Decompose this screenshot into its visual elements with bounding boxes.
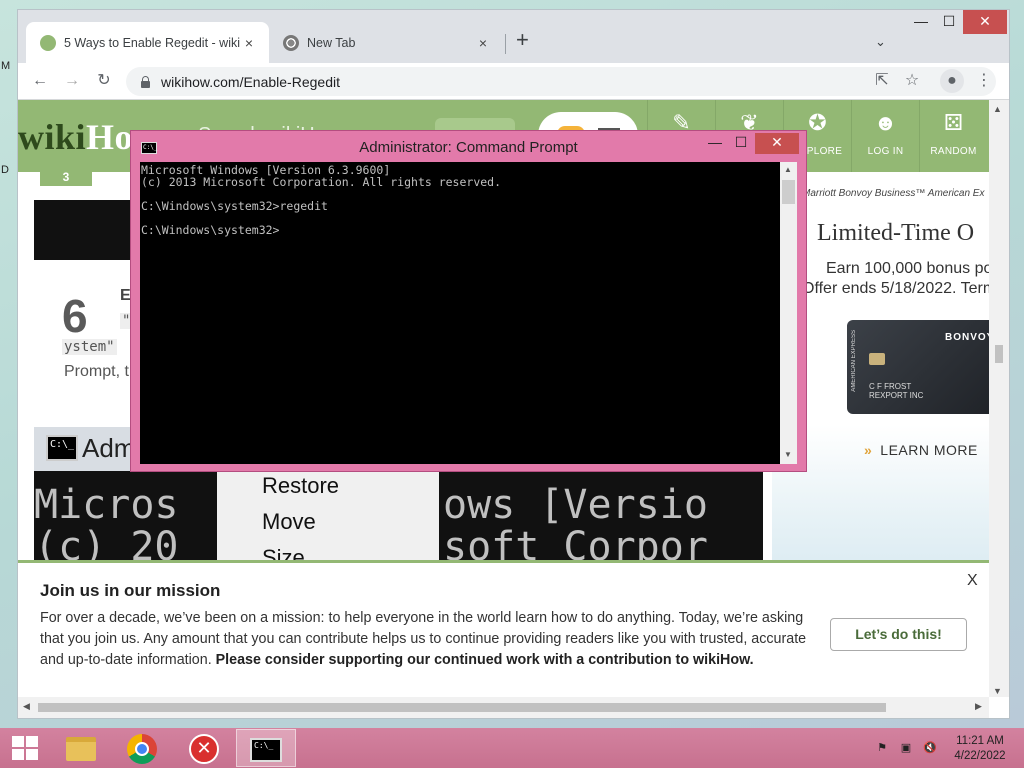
scroll-up-arrow[interactable]: ▲ <box>993 104 1002 114</box>
command-prompt-icon: C:\_ <box>46 435 78 461</box>
scroll-down-arrow[interactable]: ▼ <box>784 450 792 459</box>
cmd-close-button[interactable]: ✕ <box>755 133 799 154</box>
banner-close-button[interactable]: X <box>967 572 978 590</box>
ad-text: Earn 100,000 bonus po <box>826 260 989 277</box>
cmd-scrollbar[interactable]: ▲ ▼ <box>780 162 797 464</box>
code-snippet: ystem" <box>62 339 117 355</box>
screenshot-console-text: Micros <box>34 482 179 528</box>
action-center-flag-icon[interactable]: ⚑ <box>875 741 889 755</box>
system-clock[interactable]: 11:21 AM 4/22/2022 <box>948 734 1012 764</box>
tab-title: New Tab <box>307 35 356 50</box>
reload-button[interactable]: ↻ <box>92 69 116 93</box>
card-issuer: AMERICAN EXPRESS <box>851 330 857 392</box>
bookmark-star-icon[interactable]: ☆ <box>900 69 924 93</box>
taskbar-stop-app[interactable]: ✕ <box>174 729 234 767</box>
back-button[interactable]: ← <box>28 69 52 93</box>
volume-muted-icon[interactable]: 🔇 <box>923 741 937 755</box>
menu-item-move: Move <box>262 509 316 534</box>
user-icon: ☻ <box>873 110 898 135</box>
cmd-titlebar[interactable]: C:\_ Administrator: Command Prompt — ☐ ✕ <box>131 131 806 162</box>
ad-headline: Limited-Time O <box>817 220 975 246</box>
maximize-button[interactable]: ☐ <box>934 10 964 34</box>
desktop-icon-fragment: M <box>1 60 11 72</box>
learn-more-link[interactable]: » LEARN MORE <box>864 442 978 458</box>
step-number: 6 <box>62 290 88 342</box>
profile-avatar-icon[interactable]: ● <box>940 69 964 93</box>
cmd-maximize-button[interactable]: ☐ <box>729 133 753 154</box>
tab-wikihow[interactable]: 5 Ways to Enable Regedit - wikiH × <box>26 22 269 63</box>
console-line: C:\Windows\system32>regedit <box>141 199 328 213</box>
chrome-favicon-icon <box>283 34 299 51</box>
share-icon[interactable]: ⇱ <box>870 69 894 93</box>
taskbar-command-prompt[interactable]: C:\_ <box>236 729 296 767</box>
tab-separator <box>505 34 506 54</box>
tab-new-tab[interactable]: New Tab × <box>269 22 503 63</box>
scroll-up-arrow[interactable]: ▲ <box>784 165 792 174</box>
credit-card-image: AMERICAN EXPRESS BONVOY C F FROST REXPOR… <box>847 320 989 414</box>
donation-banner: Join us in our mission For over a decade… <box>18 560 989 697</box>
menu-kebab-icon[interactable]: ⋮ <box>972 69 996 93</box>
chevron-right-icon: » <box>864 442 873 458</box>
page-horizontal-scrollbar[interactable]: ◀ ▶ <box>18 697 989 718</box>
close-tab-icon[interactable]: × <box>241 35 257 51</box>
banner-title: Join us in our mission <box>40 581 221 600</box>
dice-icon: ⚄ <box>943 110 964 135</box>
minimize-button[interactable]: — <box>906 10 936 34</box>
network-icon[interactable]: ▣ <box>899 741 913 755</box>
file-explorer-icon <box>66 737 96 761</box>
screenshot-console-text: ows [Versio <box>443 482 708 528</box>
close-window-button[interactable]: ✕ <box>963 10 1007 34</box>
donate-button[interactable]: Let’s do this! <box>830 618 967 651</box>
previous-step-number: 3 <box>40 171 92 186</box>
card-holder: C F FROST REXPORT INC <box>869 382 924 400</box>
command-prompt-window[interactable]: C:\_ Administrator: Command Prompt — ☐ ✕… <box>130 130 807 472</box>
stop-icon: ✕ <box>189 734 219 764</box>
console-prompt-line[interactable]: C:\Windows\system32> <box>141 224 780 236</box>
scrollbar-thumb[interactable] <box>995 345 1003 363</box>
step-text: Prompt, t <box>64 363 129 380</box>
scroll-down-arrow[interactable]: ▼ <box>993 686 1002 696</box>
console-line: (c) 2013 Microsoft Corporation. All righ… <box>141 175 502 189</box>
lock-icon <box>140 75 151 88</box>
command-prompt-icon: C:\_ <box>250 738 282 762</box>
ad-brand: Marriott Bonvoy Business™ American Ex <box>802 188 985 199</box>
cmd-minimize-button[interactable]: — <box>703 133 727 154</box>
page-vertical-scrollbar[interactable]: ▲ ▼ <box>989 100 1009 697</box>
chrome-icon <box>127 734 157 764</box>
clock-time: 11:21 AM <box>956 735 1004 747</box>
desktop-icon-fragment: D <box>1 164 9 176</box>
forward-button[interactable]: → <box>60 69 84 93</box>
tab-title: 5 Ways to Enable Regedit - wikiH <box>64 35 241 50</box>
url-text: wikihow.com/Enable-Regedit <box>161 73 340 90</box>
ad-text: Offer ends 5/18/2022. Term <box>802 280 989 297</box>
nav-log-in[interactable]: ☻ LOG IN <box>851 100 919 172</box>
start-button[interactable] <box>12 736 38 760</box>
browser-toolbar: ← → ↻ wikihow.com/Enable-Regedit ⇱ ☆ ● ⋮ <box>18 63 1009 100</box>
console-output[interactable]: Microsoft Windows [Version 6.3.9600] (c)… <box>140 162 780 464</box>
nav-random[interactable]: ⚄ RANDOM <box>919 100 987 172</box>
wikihow-favicon-icon <box>40 34 56 51</box>
card-brand: BONVOY <box>945 332 989 343</box>
tab-search-icon[interactable]: ⌄ <box>875 34 886 50</box>
scroll-left-arrow[interactable]: ◀ <box>23 701 30 712</box>
address-bar[interactable]: wikihow.com/Enable-Regedit <box>126 67 996 96</box>
card-chip <box>869 353 885 365</box>
scrollbar-thumb[interactable] <box>782 180 795 204</box>
banner-text: For over a decade, we’ve been on a missi… <box>40 610 807 668</box>
close-tab-icon[interactable]: × <box>475 35 491 51</box>
scrollbar-thumb[interactable] <box>38 703 886 712</box>
scroll-right-arrow[interactable]: ▶ <box>975 701 982 712</box>
screenshot-title: Adm <box>82 433 136 463</box>
clock-date: 4/22/2022 <box>954 750 1006 762</box>
taskbar-chrome[interactable] <box>112 729 172 767</box>
taskbar-file-explorer[interactable] <box>50 729 110 767</box>
menu-item-restore: Restore <box>262 473 340 498</box>
taskbar: ✕ C:\_ ⚑ ▣ 🔇 11:21 AM 4/22/2022 <box>0 728 1024 768</box>
new-tab-button[interactable]: + <box>516 29 529 51</box>
tab-strip: 5 Ways to Enable Regedit - wikiH × New T… <box>18 10 1009 63</box>
